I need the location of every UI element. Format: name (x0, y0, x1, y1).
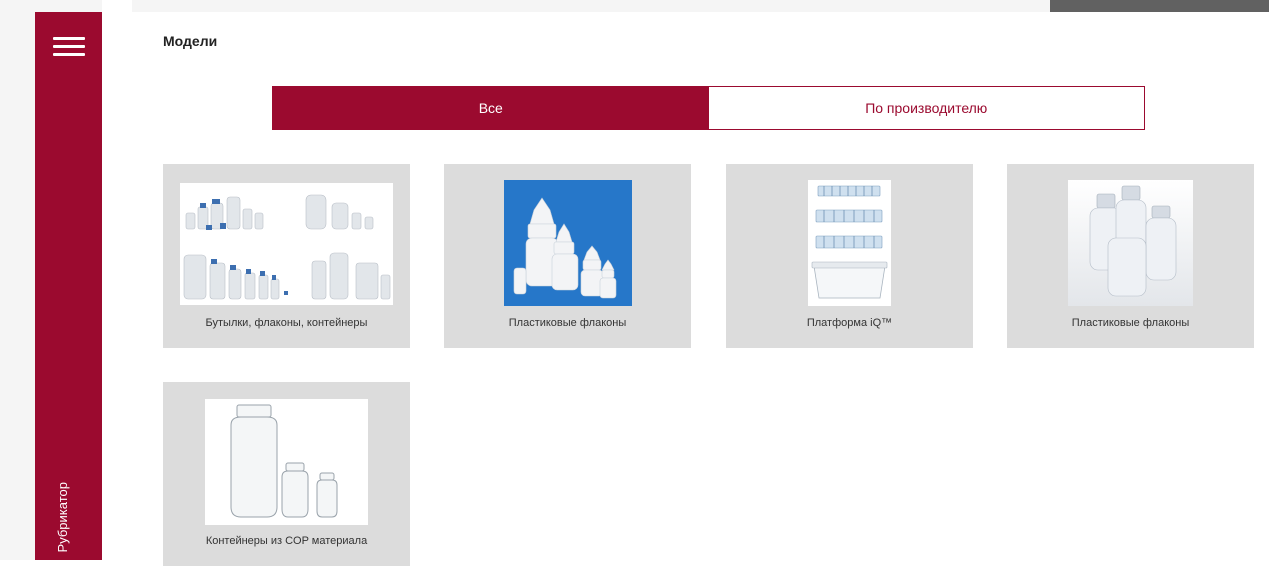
product-name: Платформа iQ™ (806, 317, 893, 329)
product-image-iq-platform (808, 180, 891, 306)
product-image-bottles (180, 183, 393, 305)
product-name: Бутылки, флаконы, контейнеры (205, 317, 368, 329)
product-image-dropper-bottles (504, 180, 632, 306)
product-card[interactable]: Контейнеры из COP материала (163, 382, 410, 566)
product-name: Пластиковые флаконы (1071, 317, 1190, 329)
left-gutter (0, 0, 35, 560)
tab-all[interactable]: Все (273, 87, 709, 129)
product-image-plastic-bottles (1068, 180, 1193, 306)
product-image-cop-containers (205, 399, 368, 525)
product-name: Пластиковые флаконы (508, 317, 627, 329)
product-card[interactable]: Платформа iQ™ (726, 164, 973, 348)
sidebar-rubricator-label[interactable]: Рубрикатор (55, 482, 70, 552)
tab-by-manufacturer[interactable]: По производителю (708, 87, 1144, 129)
hamburger-menu-icon[interactable] (53, 34, 85, 58)
content-gutter (102, 0, 132, 560)
filter-tabs: Все По производителю (272, 86, 1145, 130)
product-name: Контейнеры из COP материала (205, 535, 368, 547)
sidebar: Рубрикатор (35, 12, 102, 560)
page-title: Модели (163, 33, 218, 49)
overlay-block (1050, 0, 1269, 12)
product-card[interactable]: Бутылки, флаконы, контейнеры (163, 164, 410, 348)
product-card[interactable]: Пластиковые флаконы (444, 164, 691, 348)
product-card[interactable]: Пластиковые флаконы (1007, 164, 1254, 348)
